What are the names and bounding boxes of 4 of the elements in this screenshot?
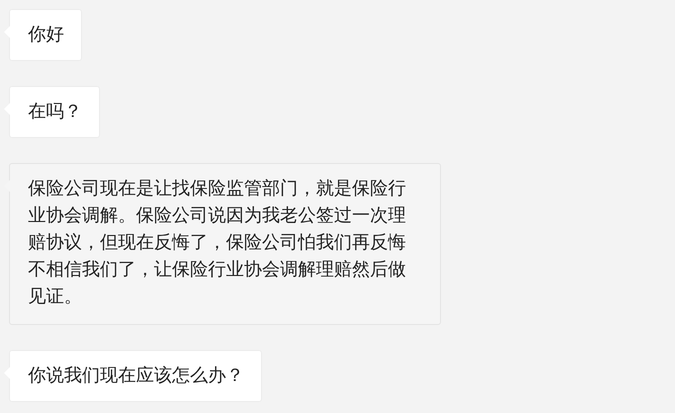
message-text: 你说我们现在应该怎么办？ <box>28 364 244 388</box>
message-text: 在吗？ <box>28 100 82 124</box>
message-text: 你好 <box>28 23 64 47</box>
message-text: 保险公司现在是让找保险监管部门，就是保险行业协会调解。保险公司说因为我老公签过一次理赔协议，但现在反悔了，保险公司怕我们再反悔不相信我们了，让保险行业协会调解理赔然后做见证。 <box>28 177 407 309</box>
